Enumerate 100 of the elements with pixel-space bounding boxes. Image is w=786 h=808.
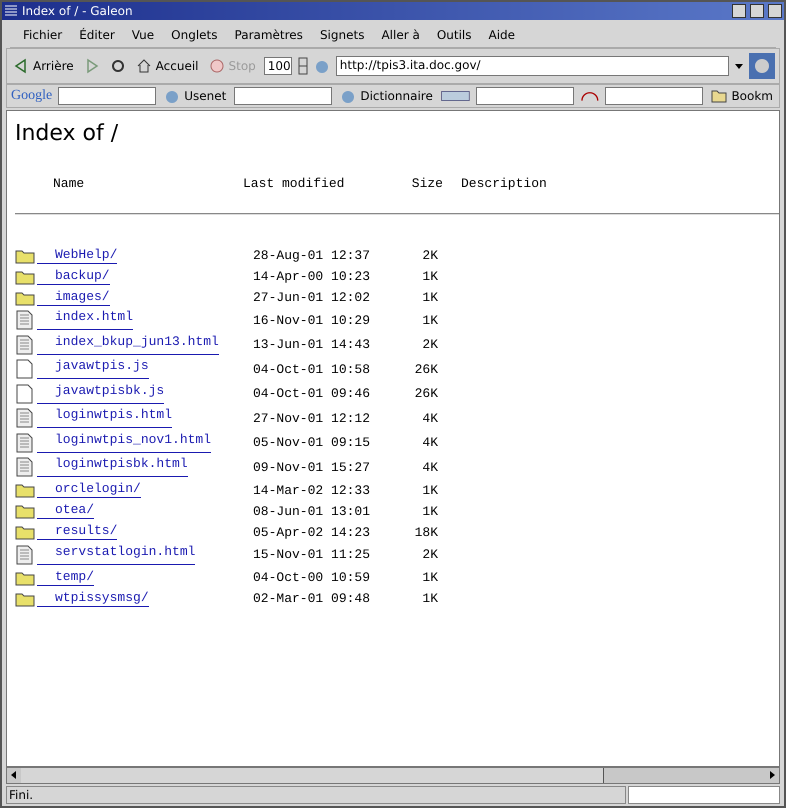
- google-search-field[interactable]: [58, 87, 156, 105]
- modified-cell-text: 14-Mar-02 12:33: [252, 482, 372, 498]
- size-cell-text: 1K: [421, 504, 438, 518]
- text-file-icon: [15, 334, 35, 355]
- status-text: Fini.: [6, 786, 626, 804]
- size-cell-text: 2K: [421, 248, 438, 263]
- size-cell-text: 1K: [421, 269, 438, 284]
- url-field[interactable]: http://tpis3.ita.doc.gov/: [336, 56, 729, 76]
- page-heading: Index of /: [15, 121, 120, 146]
- folder-icon: [15, 248, 35, 264]
- menu-item[interactable]: Signets: [320, 28, 364, 42]
- folder-icon: [15, 268, 35, 284]
- globe-icon: [314, 58, 330, 74]
- file-link[interactable]: index_bkup_jun13.html: [37, 334, 219, 355]
- file-link[interactable]: servstatlogin.html: [37, 544, 196, 565]
- back-icon: [13, 58, 29, 74]
- dropdown-icon: [735, 64, 743, 68]
- modified-cell-text: 05-Nov-01 09:15: [252, 435, 372, 450]
- usenet-search-field[interactable]: [234, 87, 332, 105]
- menu-item[interactable]: Onglets: [171, 28, 218, 42]
- size-cell-text: 1K: [421, 482, 438, 498]
- home-button[interactable]: Accueil: [134, 58, 200, 74]
- file-link[interactable]: loginwtpis.html: [37, 408, 172, 428]
- usenet-button[interactable]: Usenet: [162, 88, 228, 104]
- size-cell-text: 4K: [421, 460, 438, 475]
- file-link[interactable]: temp/: [37, 570, 94, 586]
- menu-item[interactable]: Éditer: [79, 28, 115, 42]
- size-cell-text: 1K: [421, 591, 438, 606]
- size-cell-text: 1K: [421, 570, 438, 585]
- text-file-icon: [15, 457, 35, 478]
- modified-cell-text: 04-Oct-01 09:46: [252, 386, 372, 402]
- zoom-field[interactable]: 100: [264, 57, 292, 75]
- maximize-button[interactable]: [750, 4, 764, 18]
- close-button[interactable]: [768, 4, 782, 18]
- file-link[interactable]: loginwtpisbk.html: [37, 457, 188, 478]
- minimize-button[interactable]: [732, 4, 746, 18]
- folder-icon: [15, 482, 35, 498]
- home-icon: [136, 58, 152, 74]
- google-label: Google: [11, 88, 52, 104]
- column-header: Last modified: [243, 176, 346, 191]
- size-cell-text: 1K: [421, 290, 438, 305]
- column-header: Size: [410, 176, 444, 191]
- modified-cell-text: 28-Aug-01 12:37: [252, 248, 372, 263]
- modified-cell-text: 09-Nov-01 15:27: [252, 460, 372, 475]
- bookmarks-folder-button[interactable]: Bookm: [709, 88, 775, 104]
- modified-cell-text: 04-Oct-01 10:58: [252, 362, 372, 377]
- file-icon: [15, 384, 35, 404]
- text-file-icon: [15, 432, 35, 453]
- file-link[interactable]: images/: [37, 290, 110, 306]
- modified-cell-text: 08-Jun-01 13:01: [252, 504, 372, 518]
- size-cell-text: 26K: [414, 386, 438, 402]
- file-link[interactable]: otea/: [37, 503, 94, 519]
- modified-cell-text: 04-Oct-00 10:59: [252, 570, 372, 585]
- file-link[interactable]: index.html: [37, 310, 134, 330]
- size-cell-text: 2K: [421, 547, 438, 562]
- text-file-icon: [15, 408, 35, 428]
- stop-icon: [208, 58, 224, 74]
- text-file-icon: [15, 544, 35, 565]
- modified-cell-text: 02-Mar-01 09:48: [252, 591, 372, 606]
- modified-cell-text: 27-Nov-01 12:12: [252, 410, 372, 426]
- modified-cell-text: 15-Nov-01 11:25: [252, 547, 372, 562]
- globe-icon: [340, 88, 356, 104]
- file-link[interactable]: wtpissysmsg/: [37, 590, 149, 606]
- column-header: Name: [53, 176, 86, 191]
- file-link[interactable]: loginwtpis_nov1.html: [37, 432, 212, 453]
- size-cell-text: 26K: [414, 362, 438, 377]
- file-link[interactable]: backup/: [37, 268, 110, 284]
- folder-icon: [15, 503, 35, 519]
- modified-cell-text: 27-Jun-01 12:02: [252, 290, 372, 305]
- back-button[interactable]: Arrière: [11, 58, 76, 74]
- file-link[interactable]: WebHelp/: [37, 248, 118, 264]
- file-icon: [15, 359, 35, 380]
- horizontal-scrollbar[interactable]: [6, 767, 780, 784]
- file-link[interactable]: orclelogin/: [37, 482, 141, 498]
- search-field[interactable]: [476, 87, 574, 105]
- menu-item[interactable]: Aide: [488, 28, 516, 42]
- globe-icon: [164, 88, 180, 104]
- window-title: Index of / - Galeon: [22, 4, 134, 18]
- reload-icon: [110, 58, 126, 74]
- size-cell-text: 2K: [421, 337, 438, 352]
- menu-item[interactable]: Fichier: [23, 28, 62, 42]
- modified-cell-text: 14-Apr-00 10:23: [252, 269, 372, 284]
- dictionary-button[interactable]: Dictionnaire: [338, 88, 435, 104]
- modified-cell-text: 16-Nov-01 10:29: [252, 312, 372, 328]
- size-cell-text: 1K: [421, 312, 438, 328]
- rpm-search-field[interactable]: [605, 87, 704, 105]
- file-link[interactable]: results/: [37, 524, 118, 540]
- menu-item[interactable]: Aller à: [381, 28, 420, 42]
- menu-item[interactable]: Outils: [436, 28, 472, 42]
- menu-item[interactable]: Vue: [132, 28, 154, 42]
- file-link[interactable]: javawtpis.js: [37, 359, 149, 380]
- size-cell-text: 18K: [414, 524, 438, 540]
- folder-icon: [15, 524, 35, 540]
- modified-cell-text: 05-Apr-02 14:23: [252, 524, 372, 540]
- size-cell-text: 4K: [421, 410, 438, 426]
- menu-item[interactable]: Paramètres: [234, 28, 303, 42]
- folder-icon: [15, 570, 35, 586]
- size-cell-text: 4K: [421, 435, 438, 450]
- column-header: Description: [461, 176, 548, 191]
- file-link[interactable]: javawtpisbk.js: [37, 384, 164, 404]
